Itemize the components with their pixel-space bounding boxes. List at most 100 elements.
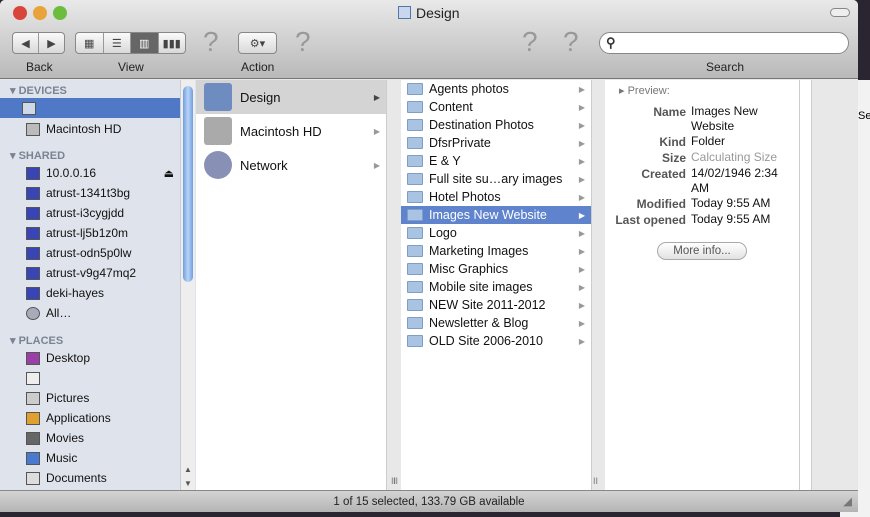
sidebar-item-label: All… bbox=[46, 306, 72, 320]
sidebar-item-shared[interactable]: atrust-i3cygjdd bbox=[4, 203, 180, 223]
scroll-down-arrow[interactable]: ▼ bbox=[184, 479, 192, 488]
item-label: Destination Photos bbox=[429, 118, 534, 132]
column-resize-handle[interactable]: II bbox=[391, 476, 396, 486]
preview-toggle[interactable]: ▸ Preview: bbox=[619, 84, 670, 97]
sidebar-item-computer[interactable] bbox=[0, 98, 180, 118]
sidebar-item-desktop[interactable]: Desktop bbox=[4, 348, 180, 368]
folder-item[interactable]: NEW Site 2011-2012 ▶ bbox=[401, 296, 591, 314]
sidebar-scrollbar[interactable]: ▲ ▼ bbox=[180, 80, 195, 490]
created-key: Created bbox=[641, 167, 686, 181]
sidebar-item-all[interactable]: All… bbox=[4, 303, 180, 323]
sidebar-item-label: Applications bbox=[46, 411, 111, 425]
folder-icon bbox=[407, 281, 423, 293]
more-info-button[interactable]: More info... bbox=[657, 242, 747, 260]
item-label: Network bbox=[240, 157, 288, 173]
scroll-up-arrow[interactable]: ▲ bbox=[184, 465, 192, 474]
sidebar-item-documents[interactable]: Documents bbox=[4, 468, 180, 488]
status-bar: 1 of 15 selected, 133.79 GB available ◢ bbox=[0, 490, 858, 512]
resize-grip-icon[interactable]: ◢ bbox=[843, 491, 852, 512]
network-globe-icon bbox=[26, 306, 40, 320]
missing-item-icon: ? bbox=[295, 26, 311, 57]
sidebar-item-shared[interactable]: deki-hayes bbox=[4, 283, 180, 303]
sidebar-item-applications[interactable]: Applications bbox=[4, 408, 180, 428]
scrollbar-thumb[interactable] bbox=[183, 86, 193, 282]
folder-icon bbox=[407, 155, 423, 167]
folder-item[interactable]: DfsrPrivate ▶ bbox=[401, 134, 591, 152]
back-button[interactable]: ◀ bbox=[13, 33, 39, 53]
preview-label: Preview: bbox=[627, 85, 670, 97]
icon-view-button[interactable]: ▦ bbox=[76, 33, 104, 53]
sidebar-item-label: atrust-1341t3bg bbox=[46, 186, 131, 200]
item-label: NEW Site 2011-2012 bbox=[429, 298, 546, 312]
sidebar-item-shared[interactable]: atrust-lj5b1z0m bbox=[4, 223, 180, 243]
column-locations: Design ▶ Macintosh HD ▶ Network ▶ II bbox=[196, 80, 398, 490]
folder-item[interactable]: OLD Site 2006-2010 ▶ bbox=[401, 332, 591, 350]
folder-icon bbox=[407, 209, 423, 221]
column-item-network[interactable]: Network ▶ bbox=[196, 148, 386, 182]
places-header[interactable]: ▾ PLACES bbox=[10, 334, 63, 347]
disclosure-arrow-icon: ▶ bbox=[578, 102, 585, 112]
sidebar-item-label: Macintosh HD bbox=[46, 122, 122, 136]
column-item-macintosh-hd[interactable]: Macintosh HD ▶ bbox=[196, 114, 386, 148]
devices-header[interactable]: ▾ DEVICES bbox=[10, 84, 67, 97]
sidebar-item-home[interactable] bbox=[4, 368, 180, 388]
sidebar-item-shared[interactable]: atrust-odn5p0lw bbox=[4, 243, 180, 263]
last-opened-value: Today 9:55 AM bbox=[691, 212, 771, 226]
folder-item[interactable]: Destination Photos ▶ bbox=[401, 116, 591, 134]
sidebar-item-macintosh-hd[interactable]: Macintosh HD bbox=[4, 119, 180, 139]
item-label: Newsletter & Blog bbox=[429, 316, 529, 330]
places-header-text: PLACES bbox=[18, 335, 64, 347]
disclosure-arrow-icon: ▶ bbox=[578, 156, 585, 166]
status-text: 1 of 15 selected, 133.79 GB available bbox=[333, 496, 525, 508]
pictures-icon bbox=[26, 391, 40, 405]
action-button[interactable]: ⚙▾ bbox=[238, 32, 277, 54]
disclosure-arrow-icon: ▶ bbox=[578, 300, 585, 310]
minimize-button[interactable] bbox=[33, 6, 47, 20]
list-view-button[interactable]: ☰ bbox=[104, 33, 131, 53]
column-resize-handle[interactable]: II bbox=[593, 476, 598, 486]
folder-item[interactable]: Marketing Images ▶ bbox=[401, 242, 591, 260]
sidebar-item-label: deki-hayes bbox=[46, 286, 105, 300]
eject-icon[interactable]: ⏏ bbox=[164, 167, 174, 180]
folder-item[interactable]: Content ▶ bbox=[401, 98, 591, 116]
folder-item[interactable]: E & Y ▶ bbox=[401, 152, 591, 170]
folder-icon bbox=[407, 227, 423, 239]
folder-item[interactable]: Newsletter & Blog ▶ bbox=[401, 314, 591, 332]
devices-header-text: DEVICES bbox=[18, 85, 67, 97]
sidebar-item-pictures[interactable]: Pictures bbox=[4, 388, 180, 408]
network-computer-icon bbox=[26, 286, 40, 300]
sidebar-item-music[interactable]: Music bbox=[4, 448, 180, 468]
sidebar-item-label: atrust-v9g47mq2 bbox=[46, 266, 137, 280]
item-label: Design bbox=[240, 89, 281, 105]
folder-item[interactable]: Hotel Photos ▶ bbox=[401, 188, 591, 206]
folder-item[interactable]: Logo ▶ bbox=[401, 224, 591, 242]
item-label: DfsrPrivate bbox=[429, 136, 491, 150]
network-computer-icon bbox=[26, 266, 40, 280]
disclosure-arrow-icon: ▶ bbox=[578, 120, 585, 130]
back-forward-control: ◀ ▶ bbox=[12, 32, 65, 54]
toolbar-toggle-button[interactable] bbox=[830, 8, 850, 17]
folder-item[interactable]: Agents photos ▶ bbox=[401, 80, 591, 98]
shared-header[interactable]: ▾ SHARED bbox=[10, 149, 65, 162]
server-volume-icon bbox=[204, 83, 232, 111]
name-key: Name bbox=[653, 105, 686, 119]
coverflow-view-button[interactable]: ▮▮▮ bbox=[159, 33, 186, 53]
folder-item[interactable]: Images New Website ▶ bbox=[401, 206, 591, 224]
forward-button[interactable]: ▶ bbox=[39, 33, 64, 53]
folder-item[interactable]: Misc Graphics ▶ bbox=[401, 260, 591, 278]
sidebar-item-shared[interactable]: atrust-1341t3bg bbox=[4, 183, 180, 203]
folder-item[interactable]: Mobile site images ▶ bbox=[401, 278, 591, 296]
sidebar-item-shared[interactable]: atrust-v9g47mq2 bbox=[4, 263, 180, 283]
kind-key: Kind bbox=[659, 135, 686, 149]
disclosure-arrow-icon: ▶ bbox=[373, 126, 380, 136]
search-label: Search bbox=[706, 60, 745, 74]
sidebar-item-shared[interactable]: 10.0.0.16 ⏏ bbox=[4, 163, 180, 183]
zoom-button[interactable] bbox=[53, 6, 67, 20]
folder-item[interactable]: Full site su…ary images ▶ bbox=[401, 170, 591, 188]
column-item-design[interactable]: Design ▶ bbox=[196, 80, 386, 114]
column-view-button[interactable]: ▥ bbox=[131, 33, 159, 53]
disclosure-arrow-icon: ▶ bbox=[373, 160, 380, 170]
close-button[interactable] bbox=[13, 6, 27, 20]
search-input[interactable]: ⚲ bbox=[599, 32, 849, 54]
sidebar-item-movies[interactable]: Movies bbox=[4, 428, 180, 448]
